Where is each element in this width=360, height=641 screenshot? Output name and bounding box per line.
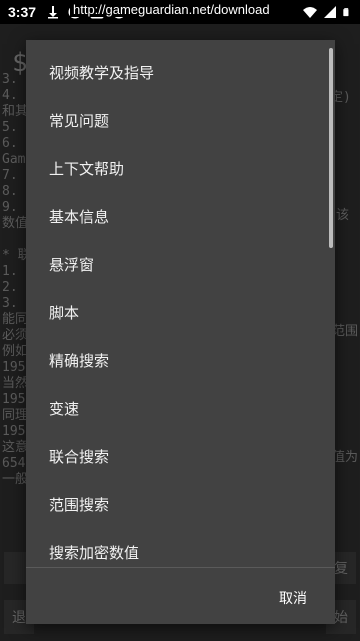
cancel-button[interactable]: 取消 (279, 588, 307, 608)
help-menu-dialog: 视频教学及指导 常见问题 上下文帮助 基本信息 悬浮窗 脚本 精确搜索 变速 联合搜索 范围搜索搜… (26, 40, 335, 624)
menu-item[interactable]: 范围搜索 (26, 480, 335, 528)
menu-item[interactable]: 视频教学及指导 (26, 48, 335, 96)
menu-item[interactable]: 变速 (26, 384, 335, 432)
status-time: 3:37 (8, 4, 37, 20)
wifi-icon (303, 7, 317, 18)
menu-item[interactable]: 脚本 (26, 288, 335, 336)
menu-item[interactable]: 精确搜索 (26, 336, 335, 384)
menu-scrollbar[interactable] (329, 48, 333, 248)
menu-item[interactable]: 搜索加密数值 (26, 528, 335, 568)
menu-item[interactable]: 基本信息 (26, 192, 335, 240)
status-icons-right (303, 5, 352, 19)
battery-icon (343, 8, 349, 17)
signal-icon (324, 6, 336, 18)
menu-item[interactable]: 常见问题 (26, 96, 335, 144)
download-icon (48, 6, 59, 19)
menu-item[interactable]: 上下文帮助 (26, 144, 335, 192)
menu-item[interactable]: 联合搜索 (26, 432, 335, 480)
dialog-divider (26, 567, 335, 568)
menu-list[interactable]: 视频教学及指导 常见问题 上下文帮助 基本信息 悬浮窗 脚本 精确搜索 变速 联合搜索 范围搜索搜… (26, 48, 335, 568)
menu-item[interactable]: 悬浮窗 (26, 240, 335, 288)
download-url: http://gameguardian.net/download (70, 2, 273, 17)
